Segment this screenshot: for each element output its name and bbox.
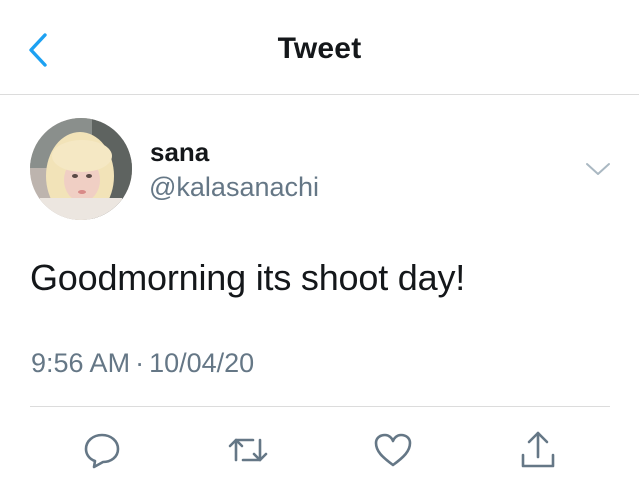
share-icon	[521, 431, 555, 468]
like-button[interactable]	[371, 428, 415, 472]
timestamp-separator: ·	[135, 348, 145, 378]
author-handle[interactable]: @kalasanachi	[149, 172, 319, 203]
author-name[interactable]: sana	[150, 137, 209, 168]
tweet-detail-screen: Tweet sana @kalasanachi Goodmorning its …	[0, 0, 639, 489]
avatar[interactable]	[30, 118, 132, 220]
chevron-down-icon	[586, 163, 610, 175]
tweet-timestamp: 9:56 AM · 10/04/20	[31, 348, 254, 379]
share-button[interactable]	[516, 428, 560, 472]
avatar-photo	[30, 118, 132, 220]
more-options-button[interactable]	[581, 155, 615, 183]
heart-icon	[374, 433, 412, 467]
nav-header: Tweet	[0, 0, 639, 95]
tweet-text: Goodmorning its shoot day!	[30, 257, 466, 298]
actions-divider	[30, 406, 610, 407]
tweet-date: 10/04/20	[149, 348, 255, 378]
retweet-button[interactable]	[226, 428, 270, 472]
tweet-time: 9:56 AM	[31, 348, 131, 378]
reply-icon	[84, 433, 120, 469]
page-title: Tweet	[277, 32, 362, 65]
retweet-icon	[228, 438, 268, 462]
reply-button[interactable]	[80, 428, 124, 472]
